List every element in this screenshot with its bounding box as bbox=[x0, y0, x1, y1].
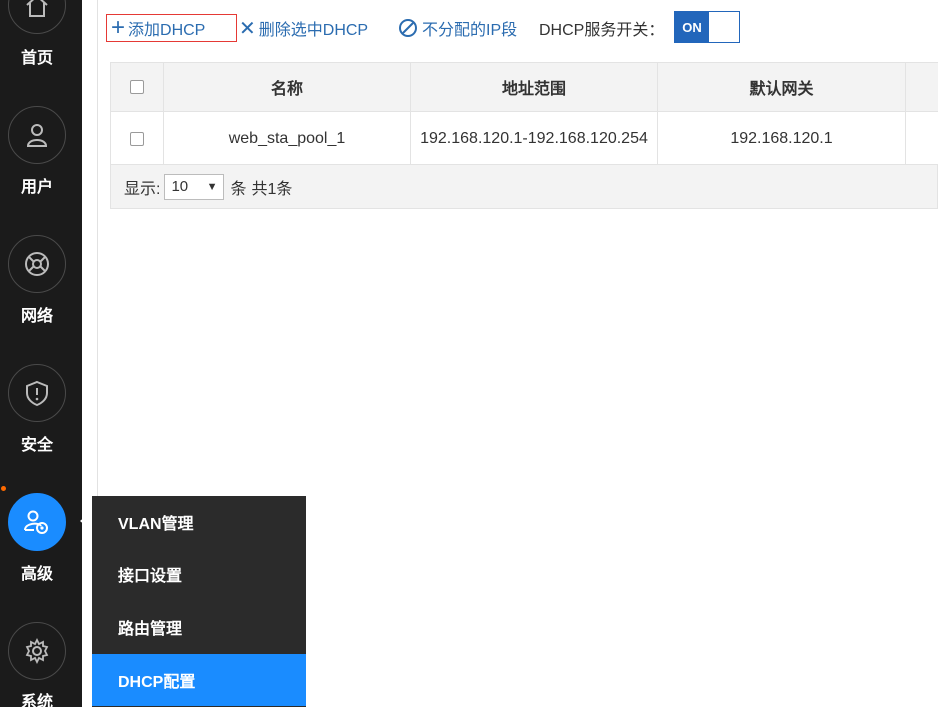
notification-dot bbox=[1, 486, 6, 491]
unit-label: 条 bbox=[230, 175, 246, 199]
user-icon bbox=[22, 120, 52, 150]
delete-selected-dhcp-button[interactable]: ✕ 删除选中DHCP bbox=[239, 14, 368, 42]
cell-gateway: 192.168.120.1 bbox=[658, 112, 906, 167]
dhcp-table-wrapper: 名称 地址范围 默认网关 web_sta_pool_1 192.168.120.… bbox=[110, 62, 938, 167]
select-all-checkbox[interactable] bbox=[130, 80, 144, 94]
dhcp-service-label: DHCP服务开关： bbox=[539, 14, 664, 42]
add-dhcp-button[interactable]: + 添加DHCP bbox=[106, 14, 237, 42]
table-header-row: 名称 地址范围 默认网关 bbox=[111, 63, 938, 112]
submenu-item-interface[interactable]: 接口设置 bbox=[92, 548, 306, 600]
cell-name: web_sta_pool_1 bbox=[164, 112, 411, 167]
page-size-value: 10 bbox=[171, 178, 188, 195]
add-dhcp-label: 添加DHCP bbox=[128, 16, 205, 40]
cell-extra bbox=[906, 112, 938, 167]
forbidden-icon bbox=[398, 18, 418, 38]
network-icon bbox=[22, 249, 52, 279]
dropdown-arrow-icon: ▼ bbox=[207, 181, 218, 193]
sidebar-item-label: 首页 bbox=[0, 44, 74, 68]
row-checkbox[interactable] bbox=[130, 132, 144, 146]
submenu-item-dhcp[interactable]: DHCP配置 bbox=[92, 654, 306, 706]
page-size-select[interactable]: 10 ▼ bbox=[164, 174, 224, 200]
toggle-on-label: ON bbox=[675, 12, 709, 42]
advanced-submenu: VLAN管理 接口设置 路由管理 DHCP配置 bbox=[92, 496, 306, 707]
column-header-gateway: 默认网关 bbox=[658, 63, 906, 112]
select-all-cell[interactable] bbox=[111, 63, 164, 112]
shield-icon bbox=[22, 378, 52, 408]
dhcp-service-toggle[interactable]: ON bbox=[674, 11, 740, 43]
submenu-item-routing[interactable]: 路由管理 bbox=[92, 601, 306, 653]
sidebar-item-label: 网络 bbox=[0, 302, 74, 326]
exclude-ip-range-button[interactable]: 不分配的IP段 bbox=[398, 14, 517, 42]
column-header-range: 地址范围 bbox=[411, 63, 658, 112]
delete-selected-label: 删除选中DHCP bbox=[259, 16, 368, 40]
exclude-ip-label: 不分配的IP段 bbox=[422, 16, 517, 40]
table-row: web_sta_pool_1 192.168.120.1-192.168.120… bbox=[111, 112, 938, 167]
home-icon-circle bbox=[8, 0, 66, 34]
sidebar-item-label: 安全 bbox=[0, 431, 74, 455]
pagination-bar: 显示: 10 ▼ 条 共1条 bbox=[110, 164, 938, 209]
home-icon bbox=[22, 0, 52, 20]
cell-range: 192.168.120.1-192.168.120.254 bbox=[411, 112, 658, 167]
sidebar: 首页 用户 网络 安全 bbox=[0, 0, 82, 707]
submenu-pointer bbox=[80, 511, 92, 531]
submenu-item-vlan[interactable]: VLAN管理 bbox=[92, 496, 306, 548]
total-count: 共1条 bbox=[251, 175, 292, 199]
column-header-extra bbox=[906, 63, 938, 112]
column-header-name: 名称 bbox=[164, 63, 411, 112]
sidebar-item-label: 用户 bbox=[0, 173, 74, 197]
advanced-users-icon bbox=[21, 506, 53, 538]
close-icon: ✕ bbox=[239, 16, 256, 41]
row-select-cell[interactable] bbox=[111, 112, 164, 167]
gear-icon bbox=[22, 636, 52, 666]
sidebar-item-label: 系统 bbox=[0, 688, 74, 712]
plus-icon: + bbox=[111, 16, 125, 40]
dhcp-table: 名称 地址范围 默认网关 web_sta_pool_1 192.168.120.… bbox=[110, 62, 938, 167]
show-label: 显示: bbox=[124, 175, 160, 199]
sidebar-item-label: 高级 bbox=[0, 560, 74, 584]
